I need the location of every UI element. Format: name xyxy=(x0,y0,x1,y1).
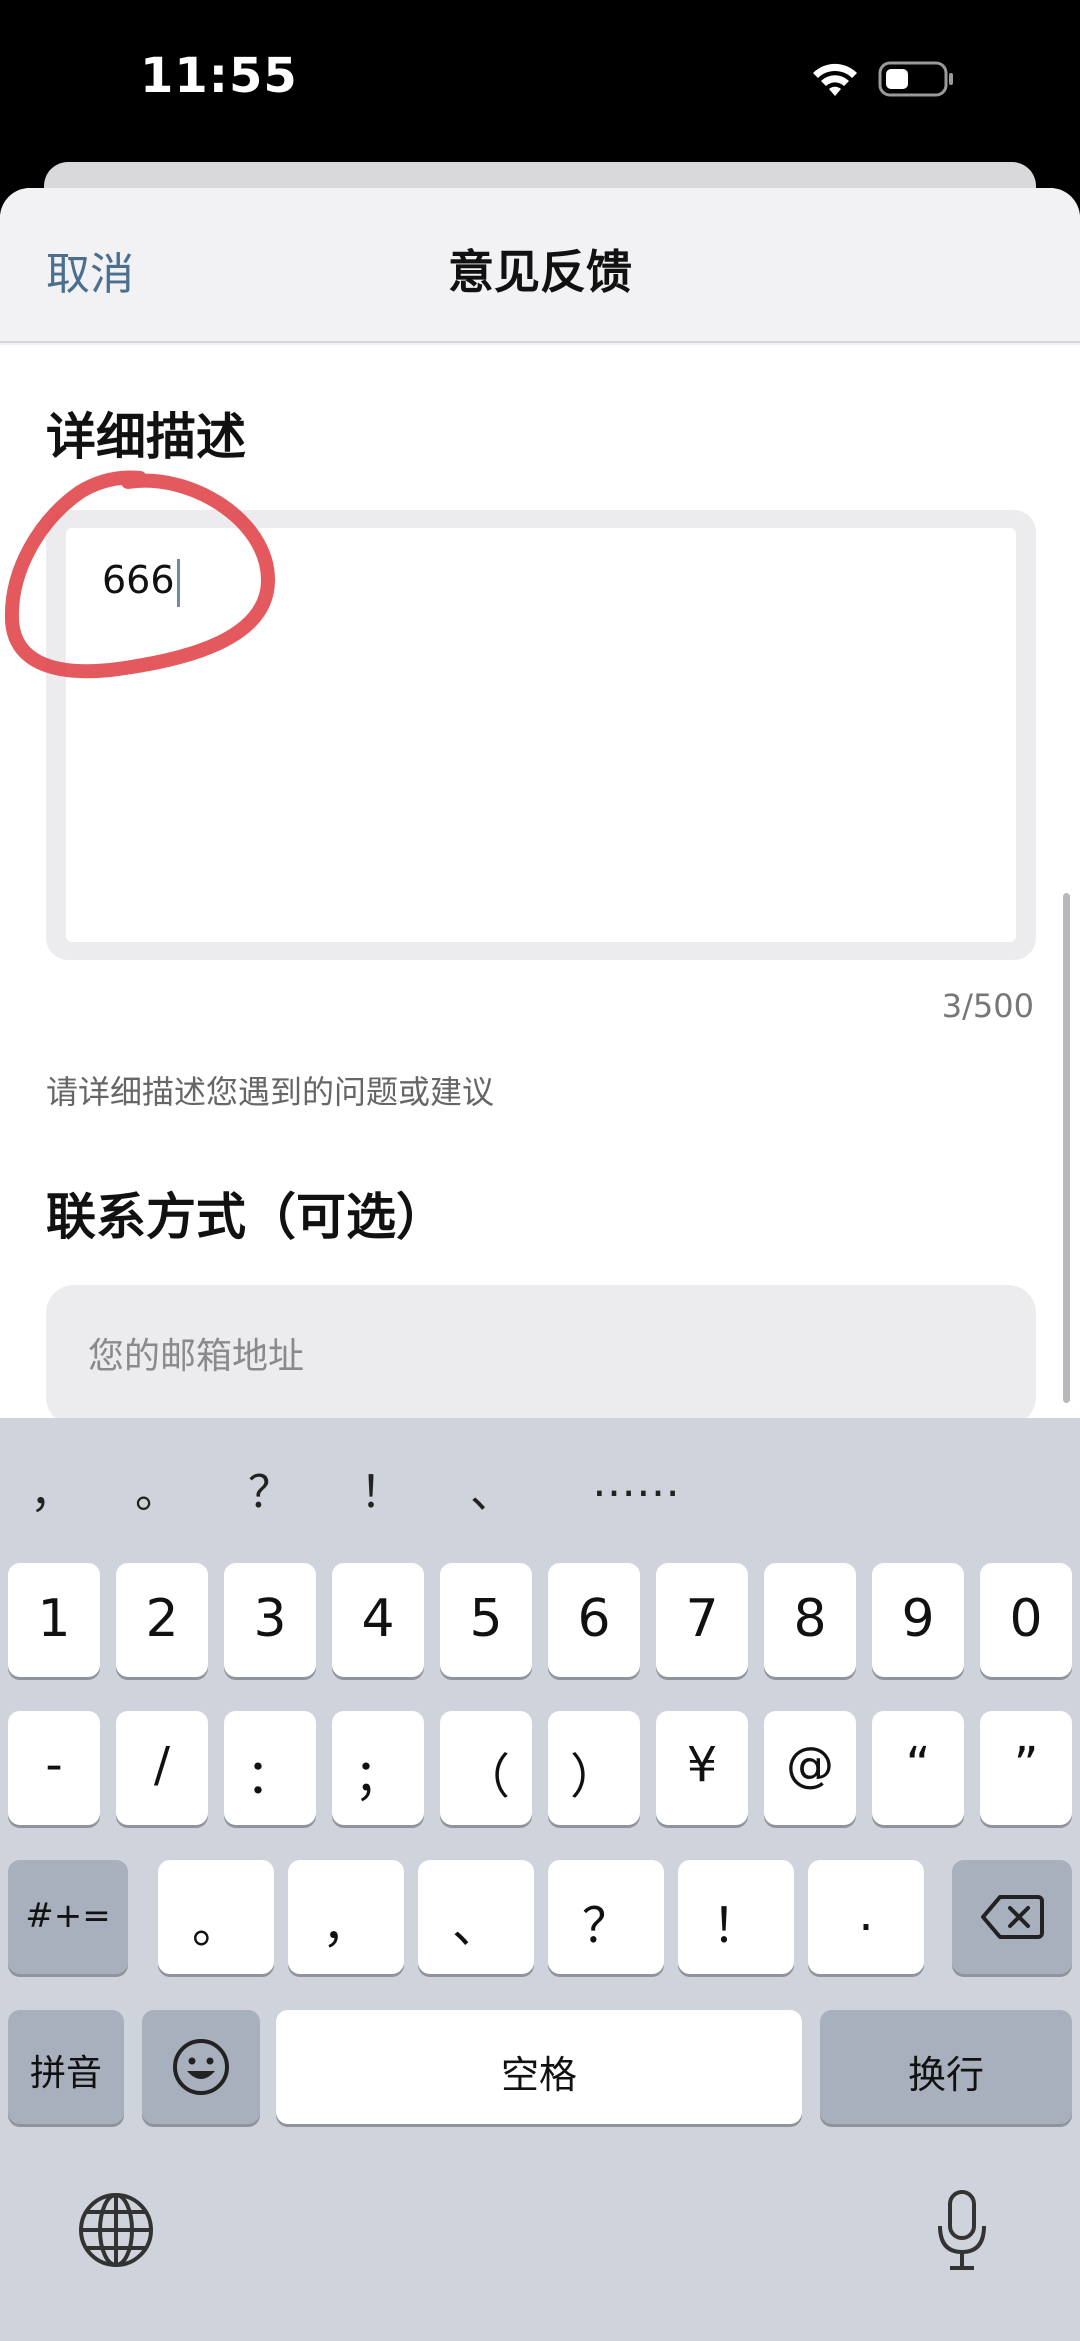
key-period-cn[interactable]: 。 xyxy=(158,1860,274,1974)
status-bar: 11:55 xyxy=(0,0,1080,160)
symbols-toggle-key[interactable]: #+= xyxy=(8,1860,128,1974)
key-comma-cn[interactable]: ， xyxy=(288,1860,404,1974)
emoji-icon xyxy=(173,2039,229,2095)
key-4[interactable]: 4 xyxy=(332,1563,424,1677)
candidate-ellipsis[interactable]: …… xyxy=(592,1456,680,1507)
scroll-indicator[interactable] xyxy=(1063,893,1070,1403)
key-hyphen[interactable]: - xyxy=(8,1711,100,1825)
candidate-bar: ， 。 ？ ！ 、 …… xyxy=(0,1418,1080,1538)
key-dot[interactable]: . xyxy=(808,1860,924,1974)
candidate-dunhao[interactable]: 、 xyxy=(470,1456,514,1520)
key-yen[interactable]: ¥ xyxy=(656,1711,748,1825)
key-label: ！ xyxy=(711,1898,760,1954)
key-label: ， xyxy=(321,1898,370,1954)
key-colon[interactable]: ： xyxy=(224,1711,316,1825)
candidate-period[interactable]: 。 xyxy=(135,1456,179,1520)
key-label: 换行 xyxy=(907,2053,984,2097)
key-label: 1 xyxy=(37,1589,71,1649)
key-right-paren[interactable]: ） xyxy=(548,1711,640,1825)
key-label: 3 xyxy=(253,1589,287,1649)
candidate-question[interactable]: ？ xyxy=(248,1456,292,1520)
key-label: 4 xyxy=(361,1589,395,1649)
key-right-quote[interactable]: ” xyxy=(980,1711,1072,1825)
key-1[interactable]: 1 xyxy=(8,1563,100,1677)
key-label: ” xyxy=(1013,1737,1039,1793)
key-2[interactable]: 2 xyxy=(116,1563,208,1677)
globe-icon[interactable] xyxy=(76,2190,156,2270)
key-label: ） xyxy=(569,1749,618,1805)
key-label: 5 xyxy=(469,1589,503,1649)
key-label: 8 xyxy=(793,1589,827,1649)
pinyin-key[interactable]: 拼音 xyxy=(8,2010,124,2124)
key-3[interactable]: 3 xyxy=(224,1563,316,1677)
key-label: 空格 xyxy=(500,2053,577,2097)
key-7[interactable]: 7 xyxy=(656,1563,748,1677)
email-placeholder: 您的邮箱地址 xyxy=(88,1336,305,1377)
keyboard: ， 。 ？ ！ 、 …… 1 2 3 4 5 6 7 8 9 0 - / ： ；… xyxy=(0,1418,1080,2341)
key-label: #+= xyxy=(25,1896,111,1936)
contact-heading: 联系方式（可选） xyxy=(46,1188,446,1246)
candidate-comma[interactable]: ， xyxy=(30,1456,74,1520)
annotation-circle xyxy=(4,470,276,679)
status-time: 11:55 xyxy=(140,48,298,104)
page-title: 意见反馈 xyxy=(448,245,632,299)
key-5[interactable]: 5 xyxy=(440,1563,532,1677)
key-label: 0 xyxy=(1009,1589,1043,1649)
description-hint: 请详细描述您遇到的问题或建议 xyxy=(46,1073,495,1111)
key-semicolon[interactable]: ； xyxy=(332,1711,424,1825)
key-6[interactable]: 6 xyxy=(548,1563,640,1677)
key-label: / xyxy=(153,1737,171,1793)
key-slash[interactable]: / xyxy=(116,1711,208,1825)
key-label: ¥ xyxy=(686,1737,718,1793)
key-label: ： xyxy=(245,1749,294,1805)
key-exclaim[interactable]: ！ xyxy=(678,1860,794,1974)
key-label: “ xyxy=(905,1737,931,1793)
key-9[interactable]: 9 xyxy=(872,1563,964,1677)
backspace-key[interactable] xyxy=(952,1860,1072,1974)
key-label: ？ xyxy=(581,1898,630,1954)
key-label: - xyxy=(45,1737,63,1793)
feedback-sheet: 取消 意见反馈 详细描述 666 3/500 请详细描述您遇到的问题或建议 联系… xyxy=(0,188,1080,1418)
emoji-key[interactable] xyxy=(142,2010,260,2124)
key-label: ； xyxy=(353,1749,402,1805)
description-heading: 详细描述 xyxy=(46,408,246,466)
key-label: @ xyxy=(786,1737,834,1793)
key-0[interactable]: 0 xyxy=(980,1563,1072,1677)
key-label: 2 xyxy=(145,1589,179,1649)
microphone-icon[interactable] xyxy=(932,2188,992,2274)
key-dunhao[interactable]: 、 xyxy=(418,1860,534,1974)
key-label: 9 xyxy=(901,1589,935,1649)
space-key[interactable]: 空格 xyxy=(276,2010,802,2124)
key-label: 拼音 xyxy=(29,2053,102,2094)
battery-icon xyxy=(878,61,953,97)
key-label: . xyxy=(858,1886,874,1942)
key-question[interactable]: ？ xyxy=(548,1860,664,1974)
email-field[interactable]: 您的邮箱地址 xyxy=(46,1285,1036,1418)
character-counter: 3/500 xyxy=(941,987,1034,1025)
key-left-paren[interactable]: （ xyxy=(440,1711,532,1825)
key-label: （ xyxy=(461,1749,510,1805)
navigation-bar: 取消 意见反馈 xyxy=(0,188,1080,343)
wifi-icon xyxy=(813,63,857,96)
key-label: 。 xyxy=(191,1898,240,1954)
key-at[interactable]: @ xyxy=(764,1711,856,1825)
key-label: 、 xyxy=(451,1898,500,1954)
key-8[interactable]: 8 xyxy=(764,1563,856,1677)
backspace-icon xyxy=(981,1895,1044,1939)
key-label: 6 xyxy=(577,1589,611,1649)
return-key[interactable]: 换行 xyxy=(820,2010,1072,2124)
key-label: 7 xyxy=(685,1589,719,1649)
key-left-quote[interactable]: “ xyxy=(872,1711,964,1825)
candidate-exclaim[interactable]: ！ xyxy=(360,1456,404,1520)
